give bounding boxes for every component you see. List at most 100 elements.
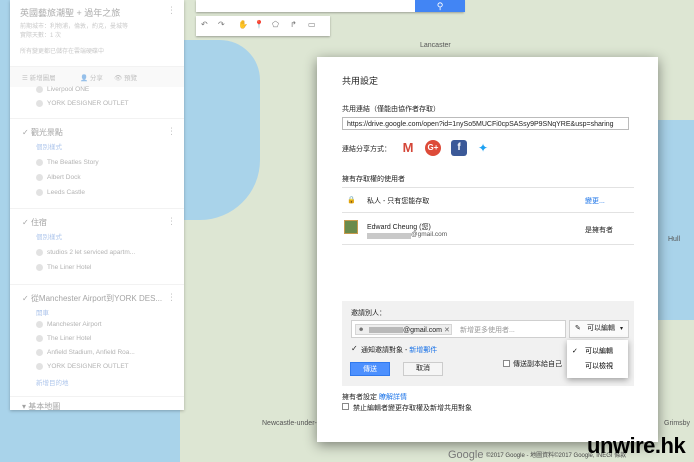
share-via-label: 連結分享方式： xyxy=(342,146,391,153)
prevent-editors-checkbox[interactable] xyxy=(342,403,349,410)
list-item[interactable]: studios 2 let serviced apartm... xyxy=(36,249,135,256)
place-marker-icon xyxy=(36,264,43,271)
menu-item-can-edit[interactable]: ✓ 可以編輯 xyxy=(567,345,628,359)
city-label: Hull xyxy=(668,236,681,243)
invite-placeholder: 新增更多使用者... xyxy=(460,327,515,334)
search-button[interactable]: ⚲ xyxy=(415,0,465,12)
recipient-chip[interactable]: ☻ @gmail.com ✕ xyxy=(355,324,452,335)
search-icon: ⚲ xyxy=(436,1,444,11)
share-link-field[interactable]: https://drive.google.com/open?id=1nySo5M… xyxy=(342,117,629,130)
redo-icon[interactable]: ↷ xyxy=(218,20,225,29)
facebook-icon[interactable]: f xyxy=(451,140,467,156)
map-title[interactable]: 英國藝旅潮聖 + 過年之旅 xyxy=(20,6,120,19)
city-label: Lancaster xyxy=(420,42,451,49)
layer-style-link[interactable]: 個別樣式 xyxy=(36,141,62,151)
owner-email: @gmail.com xyxy=(411,231,448,238)
google-plus-icon[interactable]: G+ xyxy=(425,140,441,156)
check-icon: ✓ xyxy=(572,348,578,355)
gmail-icon[interactable]: M xyxy=(400,140,416,156)
list-item[interactable]: The Liner Hotel xyxy=(36,264,91,271)
place-marker-icon xyxy=(36,159,43,166)
add-person-icon: 👤 xyxy=(80,75,89,82)
notify-checkbox[interactable]: ✓ xyxy=(351,345,358,353)
owner-role: 是擁有者 xyxy=(585,227,613,234)
permission-dropdown[interactable]: ✎ 可以編輯 ▾ xyxy=(569,320,629,338)
send-button[interactable]: 傳送 xyxy=(350,362,390,376)
place-marker-icon xyxy=(36,174,43,181)
avatar xyxy=(344,220,358,234)
share-label: 分享 xyxy=(89,75,103,82)
ruler-icon[interactable]: ▭ xyxy=(308,20,316,29)
person-icon: ☻ xyxy=(358,327,365,333)
add-layer-label: 新增圖層 xyxy=(29,75,56,82)
layer-options-icon[interactable]: ⋮ xyxy=(167,292,176,303)
list-item[interactable]: Manchester Airport xyxy=(36,321,102,328)
menu-item-can-view[interactable]: 可以檢視 xyxy=(567,360,628,374)
eye-icon: 👁 xyxy=(114,75,123,82)
layer-route: ✓ 從Manchester Airport到YORK DES... ⋮ 開車 M… xyxy=(10,284,184,395)
private-access-label: 私人 - 只有您能存取 xyxy=(367,198,430,205)
invite-input[interactable]: ☻ @gmail.com ✕ 新增更多使用者... xyxy=(351,320,566,338)
undo-icon[interactable]: ↶ xyxy=(201,20,208,29)
add-layer-icon: ☰ xyxy=(22,75,28,82)
map-sea-left xyxy=(180,40,260,220)
hand-icon[interactable]: ✋ xyxy=(238,20,248,29)
divider xyxy=(342,212,634,213)
list-item[interactable]: The Liner Hotel xyxy=(36,335,91,342)
city-label: Grimsby xyxy=(664,420,691,427)
layer-sightseeing: ✓ 觀光景點 ⋮ 個別樣式 The Beatles Story Albert D… xyxy=(10,118,184,209)
share-link-label: 共用連結（僅能由協作者存取） xyxy=(342,106,440,113)
invite-label: 邀請別人： xyxy=(351,310,386,317)
access-header: 擁有存取權的使用者 xyxy=(342,176,405,183)
share-button[interactable]: 👤 分享 xyxy=(80,72,103,82)
preview-button[interactable]: 👁 預覽 xyxy=(114,72,137,82)
twitter-icon[interactable]: ✦ xyxy=(475,140,491,156)
list-item[interactable]: YORK DESIGNER OUTLET xyxy=(36,100,129,107)
add-layer-button[interactable]: ☰ 新增圖層 xyxy=(22,72,56,82)
list-item[interactable]: Liverpool ONE xyxy=(36,86,89,93)
layers-panel: 英國藝旅潮聖 + 過年之旅 ⋮ 前期城市：利物浦，倫敦，約克，曼城等 實際天數：… xyxy=(10,0,184,411)
send-copy-checkbox[interactable] xyxy=(503,360,510,367)
dialog-title: 共用設定 xyxy=(342,76,379,86)
google-logo: Google xyxy=(448,449,484,461)
menu-item-label: 可以編輯 xyxy=(585,348,613,355)
lock-icon: 🔒 xyxy=(347,197,356,204)
list-item[interactable]: Anfield Stadium, Anfield Roa... xyxy=(36,349,135,356)
directions-icon[interactable]: ↱ xyxy=(290,20,297,29)
pencil-icon: ✎ xyxy=(575,325,581,332)
preview-label: 預覽 xyxy=(124,75,138,82)
layer-style-link[interactable]: 個別樣式 xyxy=(36,231,62,241)
base-map-section[interactable]: ▾ 基本地圖 xyxy=(10,396,184,411)
place-marker-icon xyxy=(36,249,43,256)
layer-title[interactable]: ✓ 觀光景點 xyxy=(22,127,63,138)
chevron-down-icon: ▾ xyxy=(620,326,624,332)
learn-more-link[interactable]: 瞭解詳情 xyxy=(379,394,407,401)
place-marker-icon xyxy=(36,100,43,107)
layer-title[interactable]: ✓ 從Manchester Airport到YORK DES... xyxy=(22,293,162,304)
list-item[interactable]: Leeds Castle xyxy=(36,189,85,196)
layer-style-link[interactable]: 開車 xyxy=(36,307,49,317)
more-options-icon[interactable]: ⋮ xyxy=(167,5,176,16)
marker-icon[interactable]: 📍 xyxy=(254,20,264,29)
redacted-email xyxy=(369,327,403,333)
prevent-editors-label: 禁止編輯者變更存取權及新增共用對象 xyxy=(353,405,472,412)
send-copy-label: 傳送副本給自己 xyxy=(513,361,562,368)
watermark: unwire.hk xyxy=(587,433,686,458)
save-status: 所有變更都已儲存在雲端硬碟中 xyxy=(20,49,105,55)
cancel-button[interactable]: 取消 xyxy=(403,362,443,376)
panel-actions: ☰ 新增圖層 👤 分享 👁 預覽 xyxy=(10,66,184,87)
list-item[interactable]: Albert Dock xyxy=(36,174,81,181)
remove-chip-icon[interactable]: ✕ xyxy=(444,325,450,336)
map-description: 實際天數：1 次 xyxy=(20,33,62,39)
draw-line-icon[interactable]: ⬠ xyxy=(272,20,279,29)
layer-title[interactable]: ✓ 住宿 xyxy=(22,217,47,228)
add-message-link[interactable]: 新增郵件 xyxy=(409,347,437,354)
change-access-link[interactable]: 變更... xyxy=(585,196,605,206)
layer-options-icon[interactable]: ⋮ xyxy=(167,126,176,137)
place-marker-icon xyxy=(36,189,43,196)
list-item[interactable]: The Beatles Story xyxy=(36,159,99,166)
list-item[interactable]: YORK DESIGNER OUTLET xyxy=(36,363,129,370)
route-stop-icon xyxy=(36,349,43,356)
layer-options-icon[interactable]: ⋮ xyxy=(167,216,176,227)
add-destination-link[interactable]: 新增目的地 xyxy=(36,377,69,387)
